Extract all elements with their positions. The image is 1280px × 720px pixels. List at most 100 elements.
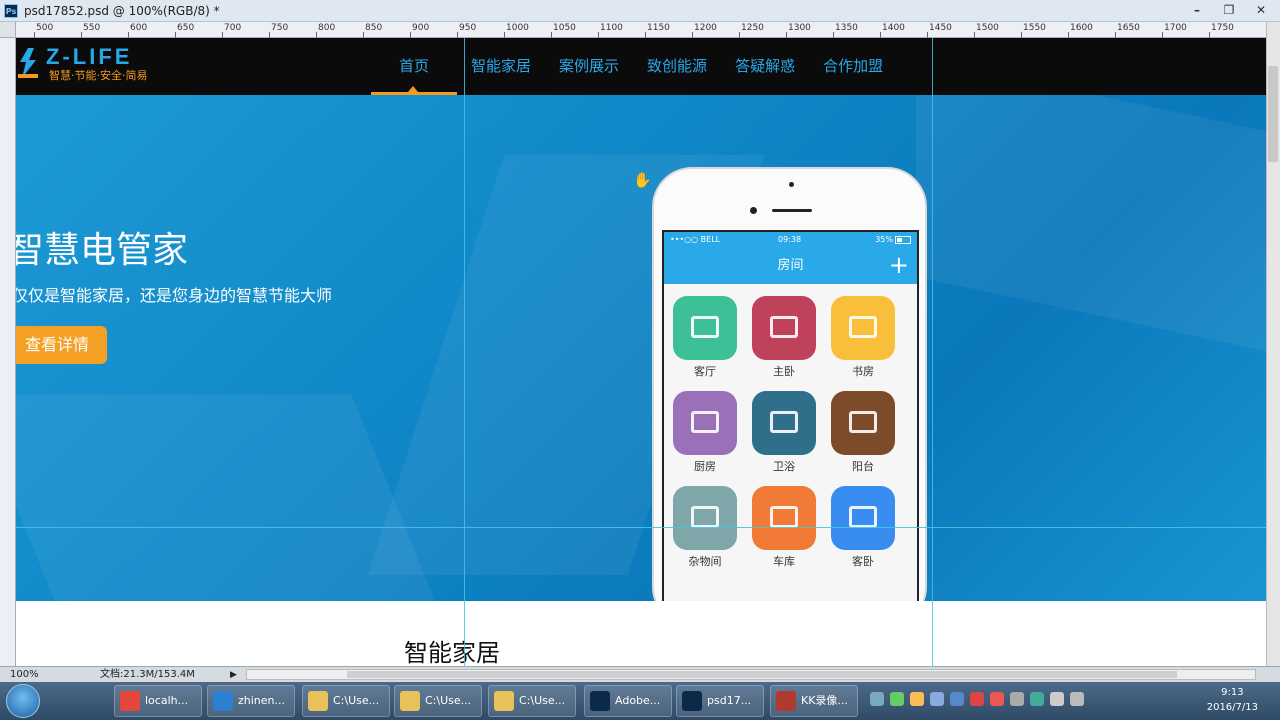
room-tile[interactable]: 客厅 bbox=[672, 296, 738, 380]
ruler-tick-label: 600 bbox=[130, 23, 148, 33]
guide-line-vertical[interactable] bbox=[932, 38, 933, 666]
bed-icon bbox=[752, 296, 816, 360]
close-button[interactable]: ✕ bbox=[1250, 2, 1272, 18]
ruler-tick-label: 550 bbox=[83, 23, 101, 33]
system-tray bbox=[870, 692, 1084, 706]
room-glyph-icon bbox=[849, 316, 877, 338]
tray-icon[interactable] bbox=[970, 692, 984, 706]
clock-time: 9:13 bbox=[1221, 687, 1244, 698]
nav-energy[interactable]: 致创能源 bbox=[633, 38, 721, 95]
nav-smart-home[interactable]: 智能家居 bbox=[457, 38, 545, 95]
system-clock[interactable]: 9:13 2016/7/13 bbox=[1207, 685, 1258, 715]
tray-icon[interactable] bbox=[1030, 692, 1044, 706]
car-icon bbox=[752, 486, 816, 550]
taskbar-button-label: psd17... bbox=[707, 694, 752, 707]
taskbar-button[interactable]: KK录像... bbox=[770, 685, 858, 717]
taskbar-button-label: C:\Use... bbox=[333, 694, 380, 707]
room-glyph-icon bbox=[770, 506, 798, 528]
room-tile[interactable]: 客卧 bbox=[830, 486, 896, 570]
room-tile[interactable]: 主卧 bbox=[751, 296, 817, 380]
tray-icon[interactable] bbox=[950, 692, 964, 706]
vertical-scrollbar[interactable] bbox=[1266, 22, 1280, 668]
taskbar-button[interactable]: psd17... bbox=[676, 685, 764, 717]
room-tile[interactable]: 阳台 bbox=[830, 391, 896, 475]
taskbar-button[interactable]: localh... bbox=[114, 685, 202, 717]
document-canvas[interactable]: Z-LIFE 智慧·节能·安全·简易 首页 智能家居 案例展示 致创能源 答疑解… bbox=[16, 38, 1266, 666]
phone-earpiece-icon bbox=[772, 209, 812, 212]
ruler-tick-label: 1200 bbox=[694, 23, 717, 33]
taskbar-button-label: localh... bbox=[145, 694, 189, 707]
site-navbar: Z-LIFE 智慧·节能·安全·简易 首页 智能家居 案例展示 致创能源 答疑解… bbox=[16, 38, 1266, 95]
phone-mockup: •••○○ BELL 09:38 35% 房间 + 客厅 主卧 书房厨房 卫浴 阳台杂物… bbox=[652, 167, 927, 601]
horizontal-scrollbar[interactable] bbox=[246, 669, 1256, 680]
logo-mark-icon bbox=[18, 48, 38, 78]
battery-label: 35% bbox=[875, 235, 893, 244]
room-tile[interactable]: 厨房 bbox=[672, 391, 738, 475]
vertical-ruler[interactable] bbox=[0, 38, 16, 666]
tray-icon[interactable] bbox=[870, 692, 884, 706]
time-label: 09:38 bbox=[778, 235, 802, 244]
taskbar-button-label: zhinen... bbox=[238, 694, 286, 707]
ruler-tick-label: 500 bbox=[36, 23, 54, 33]
room-label: 杂物间 bbox=[688, 555, 722, 568]
taskbar-button-label: Adobe... bbox=[615, 694, 661, 707]
details-button[interactable]: 查看详情 bbox=[16, 326, 107, 364]
minimize-button[interactable]: – bbox=[1186, 2, 1208, 18]
add-icon[interactable]: + bbox=[889, 248, 909, 282]
tray-icon[interactable] bbox=[910, 692, 924, 706]
ruler-tick-label: 1400 bbox=[882, 23, 905, 33]
room-tile[interactable]: 杂物间 bbox=[672, 486, 738, 570]
app-icon bbox=[213, 691, 233, 711]
taskbar-button-label: C:\Use... bbox=[425, 694, 472, 707]
app-icon bbox=[308, 691, 328, 711]
ruler-tick-label: 900 bbox=[412, 23, 430, 33]
nav-join[interactable]: 合作加盟 bbox=[809, 38, 897, 95]
carrier-label: •••○○ BELL bbox=[670, 235, 721, 244]
restore-button[interactable]: ❐ bbox=[1218, 2, 1240, 18]
document-status-bar: 100% 文档:21.3M/153.4M ▶ bbox=[0, 666, 1280, 682]
phone-camera-icon bbox=[750, 207, 757, 214]
app-icon bbox=[590, 691, 610, 711]
vertical-scroll-thumb[interactable] bbox=[1268, 66, 1278, 162]
horizontal-scroll-thumb[interactable] bbox=[347, 671, 1177, 678]
room-label: 阳台 bbox=[852, 460, 874, 473]
room-glyph-icon bbox=[770, 411, 798, 433]
ruler-tick-label: 1550 bbox=[1023, 23, 1046, 33]
app-header: 房间 + bbox=[664, 248, 917, 284]
guide-line-vertical[interactable] bbox=[464, 38, 465, 666]
guide-line-horizontal[interactable] bbox=[16, 527, 1266, 528]
room-tile[interactable]: 车库 bbox=[751, 486, 817, 570]
room-tile[interactable]: 书房 bbox=[830, 296, 896, 380]
ruler-corner[interactable] bbox=[0, 22, 16, 38]
tray-icon[interactable] bbox=[990, 692, 1004, 706]
taskbar-button[interactable]: C:\Use... bbox=[394, 685, 482, 717]
taskbar-button[interactable]: C:\Use... bbox=[302, 685, 390, 717]
status-menu-arrow-icon[interactable]: ▶ bbox=[230, 667, 237, 683]
room-glyph-icon bbox=[849, 411, 877, 433]
app-title: 房间 bbox=[777, 258, 804, 273]
tray-icon[interactable] bbox=[1050, 692, 1064, 706]
nav-faq[interactable]: 答疑解惑 bbox=[721, 38, 809, 95]
room-glyph-icon bbox=[849, 506, 877, 528]
room-glyph-icon bbox=[691, 411, 719, 433]
app-icon bbox=[494, 691, 514, 711]
taskbar-button[interactable]: zhinen... bbox=[207, 685, 295, 717]
tray-icon[interactable] bbox=[1010, 692, 1024, 706]
room-label: 卫浴 bbox=[773, 460, 795, 473]
volume-icon[interactable] bbox=[1070, 692, 1084, 706]
tray-icon[interactable] bbox=[890, 692, 904, 706]
taskbar-button[interactable]: Adobe... bbox=[584, 685, 672, 717]
app-icon bbox=[682, 691, 702, 711]
document-size: 文档:21.3M/153.4M bbox=[100, 669, 195, 680]
taskbar-button[interactable]: C:\Use... bbox=[488, 685, 576, 717]
ruler-tick-label: 650 bbox=[177, 23, 195, 33]
nav-cases[interactable]: 案例展示 bbox=[545, 38, 633, 95]
tray-icon[interactable] bbox=[930, 692, 944, 706]
zoom-level[interactable]: 100% bbox=[10, 667, 39, 683]
horizontal-ruler[interactable]: 500 550 600 650 700 750 800 850 900 950 1000 1050 11… bbox=[16, 22, 1266, 38]
room-tile[interactable]: 卫浴 bbox=[751, 391, 817, 475]
start-button[interactable] bbox=[6, 684, 40, 718]
app-icon bbox=[400, 691, 420, 711]
ruler-tick-label: 1150 bbox=[647, 23, 670, 33]
toilet-icon bbox=[752, 391, 816, 455]
